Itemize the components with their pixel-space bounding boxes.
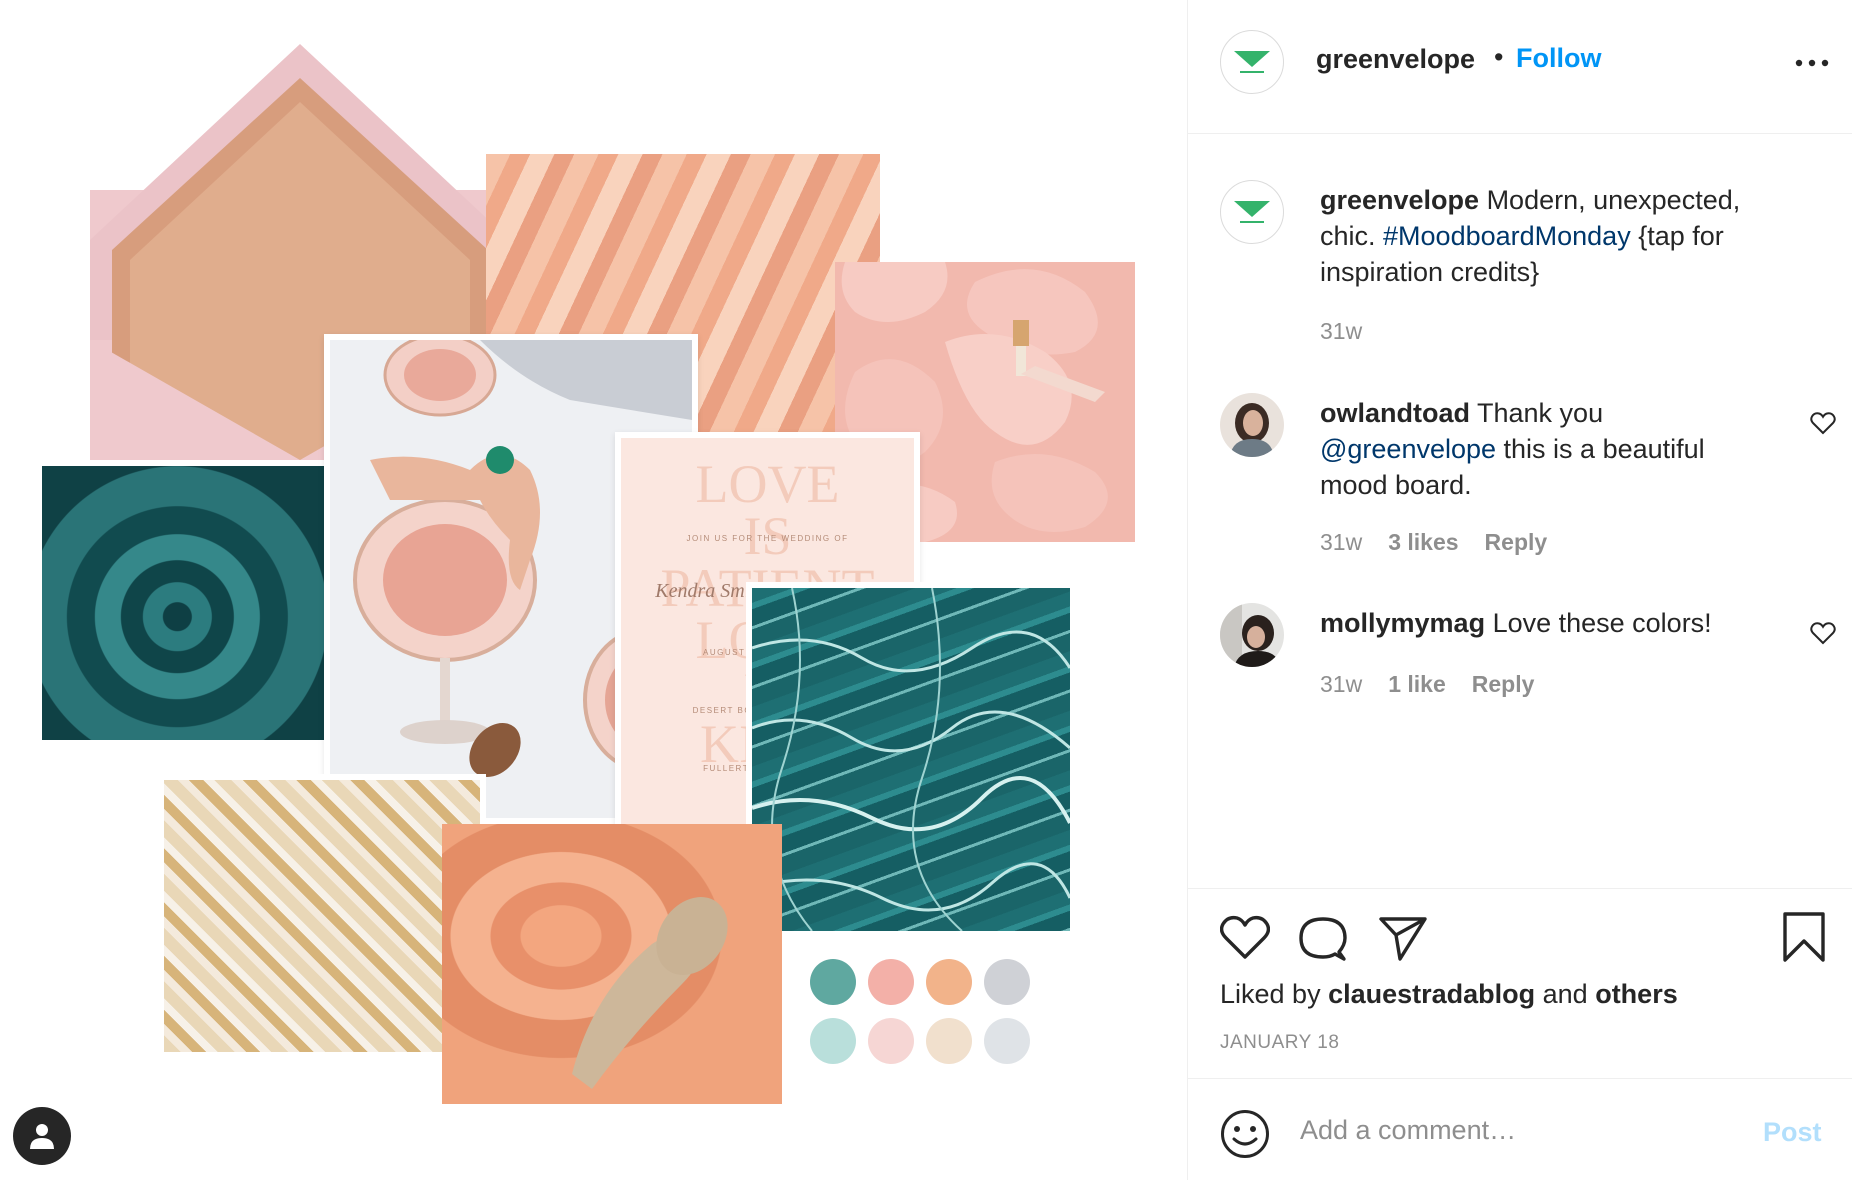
comment-username[interactable]: owlandtoad — [1320, 398, 1470, 428]
commenter-avatar[interactable] — [1220, 393, 1284, 457]
palette-swatch — [926, 959, 972, 1005]
like-button[interactable] — [1219, 915, 1271, 966]
author-avatar[interactable] — [1220, 30, 1284, 94]
invite-line: LOVE — [695, 454, 840, 514]
post-details-panel: greenvelope • Follow greenvelope Modern,… — [1187, 0, 1852, 1180]
heart-outline-icon — [1810, 622, 1836, 645]
post-header: greenvelope • Follow — [1188, 0, 1852, 134]
comment-likes[interactable]: 3 likes — [1388, 529, 1458, 555]
like-comment-button[interactable] — [1810, 411, 1836, 435]
more-dots-icon — [1795, 59, 1829, 67]
comment-text: mollymymag Love these colors! — [1320, 605, 1770, 641]
heart-icon — [1219, 915, 1271, 959]
reply-button[interactable]: Reply — [1485, 529, 1548, 555]
hashtag-link[interactable]: #MoodboardMonday — [1383, 221, 1631, 251]
liked-by-and: and — [1535, 979, 1596, 1009]
commenter-avatar[interactable] — [1220, 603, 1284, 667]
send-icon — [1379, 917, 1427, 961]
follow-button[interactable]: Follow — [1516, 43, 1601, 74]
liked-by-prefix: Liked by — [1220, 979, 1329, 1009]
caption-avatar[interactable] — [1220, 180, 1284, 244]
user-photo-icon — [1220, 603, 1284, 667]
palette-swatch — [810, 959, 856, 1005]
peach-icecream-photo — [442, 824, 782, 1104]
palette-swatch — [984, 1018, 1030, 1064]
post-image[interactable]: LOVE IS PATIENT LOVE IS KIND JOIN US FOR… — [0, 0, 1187, 1180]
palette-swatch — [984, 959, 1030, 1005]
teal-velvet-photo — [42, 466, 324, 740]
emoji-button[interactable] — [1220, 1109, 1270, 1164]
palette-swatch — [810, 1018, 856, 1064]
bookmark-icon — [1783, 912, 1825, 962]
more-options-button[interactable] — [1792, 48, 1832, 78]
user-icon — [30, 1124, 54, 1149]
comment-text: owlandtoad Thank you @greenvelope this i… — [1320, 395, 1770, 503]
liked-by-others[interactable]: others — [1595, 979, 1678, 1009]
invite-join-text: JOIN US FOR THE WEDDING OF — [686, 534, 849, 543]
pool-water-photo — [746, 582, 1076, 937]
author-username[interactable]: greenvelope — [1316, 44, 1475, 75]
comment-button[interactable] — [1298, 915, 1348, 968]
caption-meta: 31w — [1320, 318, 1388, 345]
caption-time[interactable]: 31w — [1320, 318, 1362, 344]
palette-swatch — [926, 1018, 972, 1064]
post-comment-button[interactable]: Post — [1763, 1117, 1822, 1148]
mention-link[interactable]: @greenvelope — [1320, 434, 1496, 464]
greenvelope-logo-icon — [1234, 51, 1270, 73]
comment-likes[interactable]: 1 like — [1388, 671, 1446, 697]
comment-time[interactable]: 31w — [1320, 671, 1362, 697]
palette-swatch — [868, 1018, 914, 1064]
comment-body: Thank you — [1470, 398, 1604, 428]
gold-crystals-photo — [158, 774, 486, 1058]
comment-icon — [1299, 917, 1347, 961]
reply-button[interactable]: Reply — [1472, 671, 1535, 697]
like-comment-button[interactable] — [1810, 621, 1836, 645]
heart-outline-icon — [1810, 412, 1836, 435]
caption-text: greenvelope Modern, unexpected, chic. #M… — [1320, 182, 1770, 290]
separator-dot: • — [1494, 42, 1504, 72]
post-actions: Liked by clauestradablog and others JANU… — [1188, 888, 1852, 1078]
greenvelope-logo-icon — [1234, 201, 1270, 223]
comment-input[interactable] — [1300, 1107, 1660, 1153]
comment-meta: 31w 3 likes Reply — [1320, 529, 1573, 556]
liked-by-user[interactable]: clauestradablog — [1328, 979, 1535, 1009]
comment-time[interactable]: 31w — [1320, 529, 1362, 555]
tagged-people-button[interactable] — [13, 1107, 71, 1165]
caption-username[interactable]: greenvelope — [1320, 185, 1479, 215]
palette-swatch — [868, 959, 914, 1005]
comment-meta: 31w 1 like Reply — [1320, 671, 1560, 698]
save-button[interactable] — [1782, 911, 1826, 968]
add-comment-bar: Post — [1188, 1078, 1852, 1180]
comment-username[interactable]: mollymymag — [1320, 608, 1485, 638]
emoji-icon — [1221, 1110, 1269, 1158]
comment-body: Love these colors! — [1485, 608, 1712, 638]
share-button[interactable] — [1378, 915, 1428, 966]
liked-by-text: Liked by clauestradablog and others — [1220, 979, 1678, 1010]
post-date[interactable]: JANUARY 18 — [1220, 1032, 1339, 1054]
user-photo-icon — [1220, 393, 1284, 457]
